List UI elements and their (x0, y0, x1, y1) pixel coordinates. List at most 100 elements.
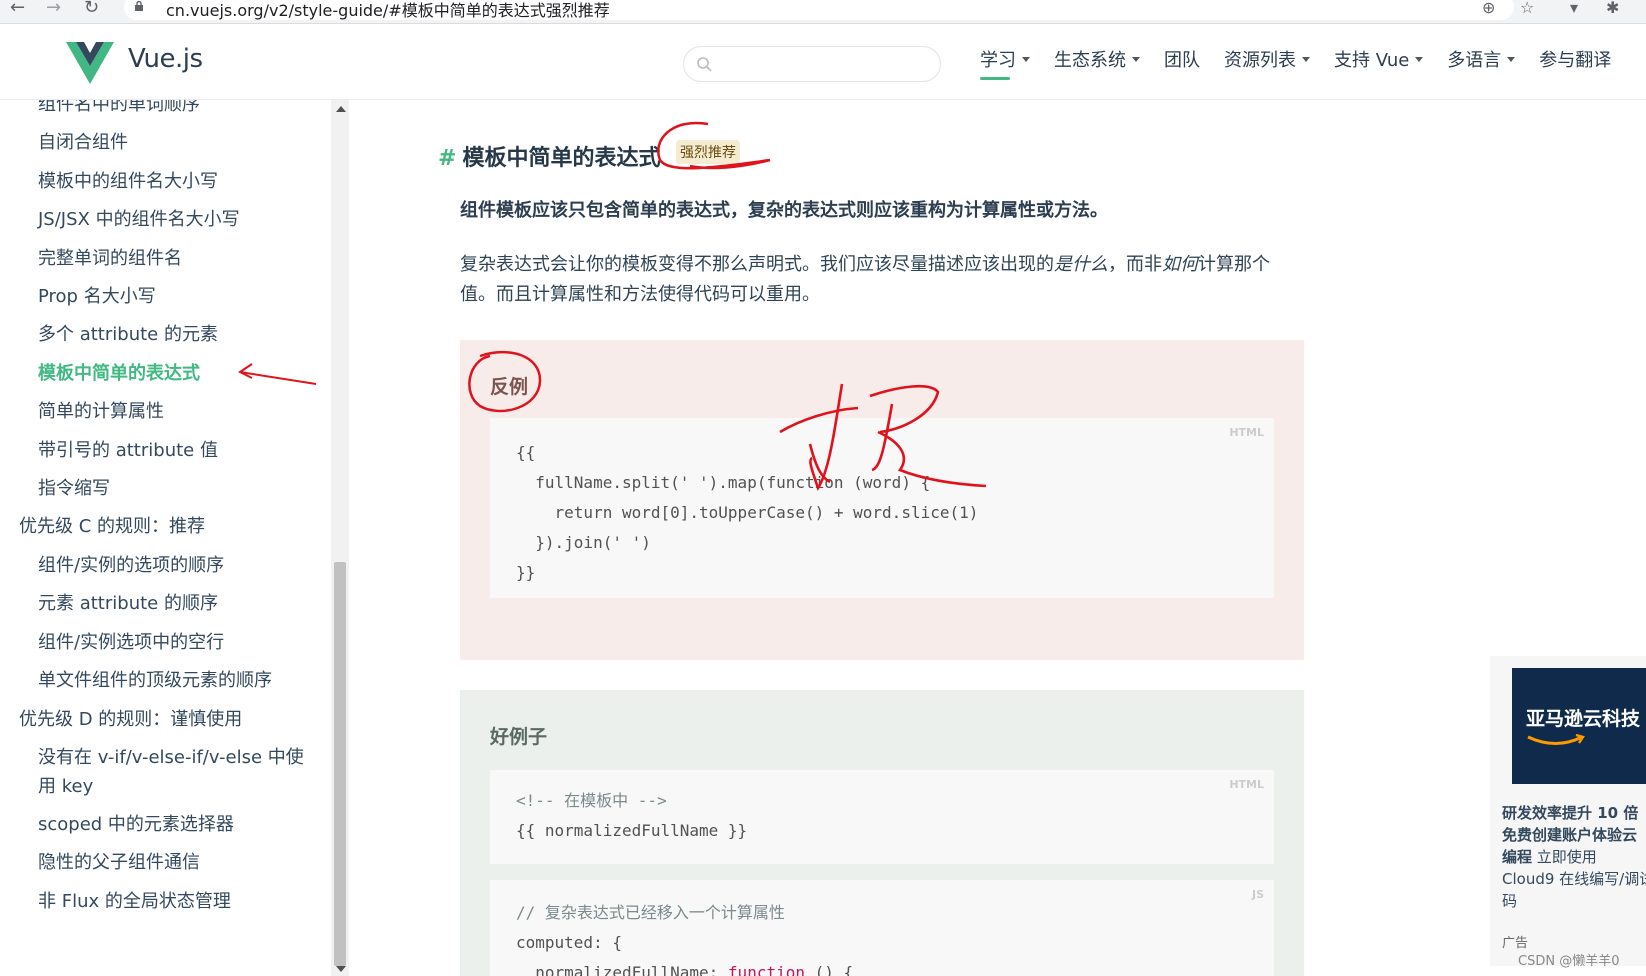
forward-arrow-icon[interactable]: → (46, 0, 61, 17)
detail-emphasis: 是什么 (1054, 254, 1108, 275)
nav-item-5[interactable]: 多语言 (1447, 46, 1516, 78)
sidebar: 组件名中的单词顺序 自闭合组件 模板中的组件名大小写 JS/JSX 中的组件名大小写完… (0, 100, 330, 976)
caret-down-icon (1132, 56, 1140, 62)
sidebar-item[interactable]: scoped 中的元素选择器 (0, 806, 330, 844)
ad-banner[interactable]: 亚马逊云科技 (1512, 668, 1646, 784)
nav-item-6[interactable]: 参与翻译 (1539, 46, 1611, 78)
ad-text: 研发效率提升 10 倍 免费创建账户体验云 编程 立即使用 Cloud9 在线编… (1502, 802, 1646, 912)
code-line: {{ normalizedFullName }} (516, 821, 748, 840)
code-line: }).join(' ') (516, 533, 651, 552)
code-comment: // 复杂表达式已经移入一个计算属性 (516, 903, 785, 922)
code-block: HTML <!-- 在模板中 --> {{ normalizedFullName… (490, 770, 1274, 864)
code-block: HTML {{ fullName.split(' ').map(function… (490, 418, 1274, 598)
section-heading: # 模板中简单的表达式 (438, 140, 660, 172)
code-line: return word[0].toUpperCase() + word.slic… (516, 503, 979, 522)
detail-text: ，而非 (1108, 254, 1162, 275)
code-line: {{ (516, 443, 536, 462)
sidebar-item[interactable]: Prop 名大小写 (0, 278, 330, 316)
nav-item-label: 支持 Vue (1334, 50, 1410, 71)
sidebar-list: 组件名中的单词顺序 自闭合组件 模板中的组件名大小写 JS/JSX 中的组件名大小写完… (0, 100, 330, 921)
nav-item-label: 多语言 (1447, 50, 1502, 71)
nav-item-4[interactable]: 支持 Vue (1334, 46, 1424, 78)
sidebar-item[interactable]: 简单的计算属性 (0, 393, 330, 431)
code-keyword: function (727, 963, 805, 976)
scroll-up-icon[interactable] (336, 106, 346, 112)
sidebar-item[interactable]: 没有在 v-if/v-else-if/v-else 中使用 key (0, 739, 320, 806)
sidebar-item[interactable]: 模板中的组件名大小写 (0, 163, 330, 201)
good-example-box: 好例子 HTML <!-- 在模板中 --> {{ normalizedFull… (460, 690, 1304, 976)
bad-example-box: 反例 HTML {{ fullName.split(' ').map(funct… (460, 340, 1304, 660)
lock-icon (135, 1, 143, 11)
rule-detail: 复杂表达式会让你的模板变得不那么声明式。我们应该尽量描述应该出现的是什么，而非如… (460, 250, 1300, 310)
code-line: computed: { (516, 933, 622, 952)
scroll-down-icon[interactable] (336, 966, 346, 972)
ad-headline: 编程 (1502, 848, 1533, 866)
search-input[interactable] (683, 46, 941, 82)
caret-down-icon (1022, 56, 1030, 62)
install-icon[interactable]: ⊕ (1482, 0, 1495, 17)
nav-item-2[interactable]: 团队 (1164, 46, 1200, 78)
sidebar-item[interactable]: 组件/实例选项中的空行 (0, 624, 330, 662)
sidebar-item[interactable]: 单文件组件的顶级元素的顺序 (0, 662, 330, 700)
recommend-badge: 强烈推荐 (676, 140, 740, 164)
sidebar-item[interactable]: 完整单词的组件名 (0, 240, 330, 278)
code-lang-label: HTML (1229, 778, 1264, 791)
sidebar-scrollbar[interactable] (331, 100, 349, 976)
detail-emphasis: 如何 (1162, 254, 1198, 275)
code-line: }} (516, 563, 536, 582)
brand-name[interactable]: Vue.js (128, 44, 203, 74)
nav-item-label: 学习 (980, 50, 1016, 71)
code-text: {{ fullName.split(' ').map(function (wor… (516, 438, 978, 588)
sidebar-item[interactable]: 自闭合组件 (0, 124, 330, 162)
caret-down-icon (1415, 56, 1424, 62)
watermark: CSDN @懒羊羊0 (1518, 954, 1620, 969)
sidebar-item[interactable]: 组件名中的单词顺序 (0, 100, 330, 124)
ad-headline: 免费创建账户体验云 (1502, 826, 1638, 844)
code-text: <!-- 在模板中 --> {{ normalizedFullName }} (516, 786, 747, 846)
ad-headline: 研发效率提升 10 倍 (1502, 804, 1639, 822)
sidebar-item[interactable]: 组件/实例的选项的顺序 (0, 547, 330, 585)
heading-anchor[interactable]: # (438, 146, 456, 171)
sidebar-item[interactable]: 指令缩写 (0, 470, 330, 508)
scrollbar-thumb[interactable] (334, 562, 346, 966)
site-header: Vue.js 学习 生态系统 团队 资源列表 支持 Vue 多语言 参与翻译 (0, 24, 1646, 100)
sidebar-item[interactable]: 隐性的父子组件通信 (0, 844, 330, 882)
back-arrow-icon[interactable]: ← (10, 0, 25, 17)
nav-item-3[interactable]: 资源列表 (1224, 46, 1310, 78)
advertisement[interactable]: 亚马逊云科技 研发效率提升 10 倍 免费创建账户体验云 编程 立即使用 Clo… (1490, 656, 1646, 966)
url-text[interactable]: cn.vuejs.org/v2/style-guide/#模板中简单的表达式强烈… (166, 0, 610, 21)
ad-banner-text: 亚马逊云科技 (1526, 708, 1641, 730)
puzzle-icon[interactable]: ✱ (1606, 0, 1619, 17)
vue-logo-icon[interactable] (66, 42, 114, 84)
sidebar-item[interactable]: 带引号的 attribute 值 (0, 432, 330, 470)
detail-text: 复杂表达式会让你的模板变得不那么声明式。我们应该尽量描述应该出现的 (460, 254, 1054, 275)
extension-icon[interactable]: ▾ (1570, 0, 1578, 17)
nav-item-0[interactable]: 学习 (980, 46, 1030, 80)
ad-cta[interactable]: 立即使用 (1532, 848, 1597, 866)
sidebar-item[interactable]: 优先级 D 的规则：谨慎使用 (0, 701, 330, 739)
reload-icon[interactable]: ↻ (84, 0, 99, 17)
amazon-smile-icon (1527, 734, 1585, 745)
sidebar-item[interactable]: 元素 attribute 的顺序 (0, 585, 330, 623)
sidebar-item-active[interactable]: 模板中简单的表达式 (0, 355, 330, 393)
rule-summary: 组件模板应该只包含简单的表达式，复杂的表达式则应该重构为计算属性或方法。 (460, 200, 1108, 221)
code-line: () { (804, 963, 854, 976)
search-icon (697, 57, 712, 72)
code-text: // 复杂表达式已经移入一个计算属性 computed: { normalize… (516, 898, 853, 976)
sidebar-item[interactable]: 多个 attribute 的元素 (0, 316, 330, 354)
caret-down-icon (1302, 56, 1310, 62)
sidebar-item[interactable]: JS/JSX 中的组件名大小写 (0, 201, 330, 239)
nav-item-label: 资源列表 (1224, 50, 1296, 71)
ad-label: 广告 (1502, 936, 1529, 951)
bookmark-star-icon[interactable]: ☆ (1520, 0, 1534, 17)
sidebar-item[interactable]: 优先级 C 的规则：推荐 (0, 508, 330, 546)
nav-item-1[interactable]: 生态系统 (1054, 46, 1140, 78)
code-block: JS // 复杂表达式已经移入一个计算属性 computed: { normal… (490, 880, 1274, 976)
caret-down-icon (1507, 56, 1516, 62)
bad-example-title: 反例 (490, 376, 529, 398)
code-lang-label: JS (1251, 888, 1264, 901)
sidebar-item[interactable]: 非 Flux 的全局状态管理 (0, 883, 330, 921)
code-lang-label: HTML (1229, 426, 1264, 439)
ad-description: Cloud9 在线编写/调试代码 (1502, 870, 1646, 910)
nav-item-label: 团队 (1164, 50, 1200, 71)
